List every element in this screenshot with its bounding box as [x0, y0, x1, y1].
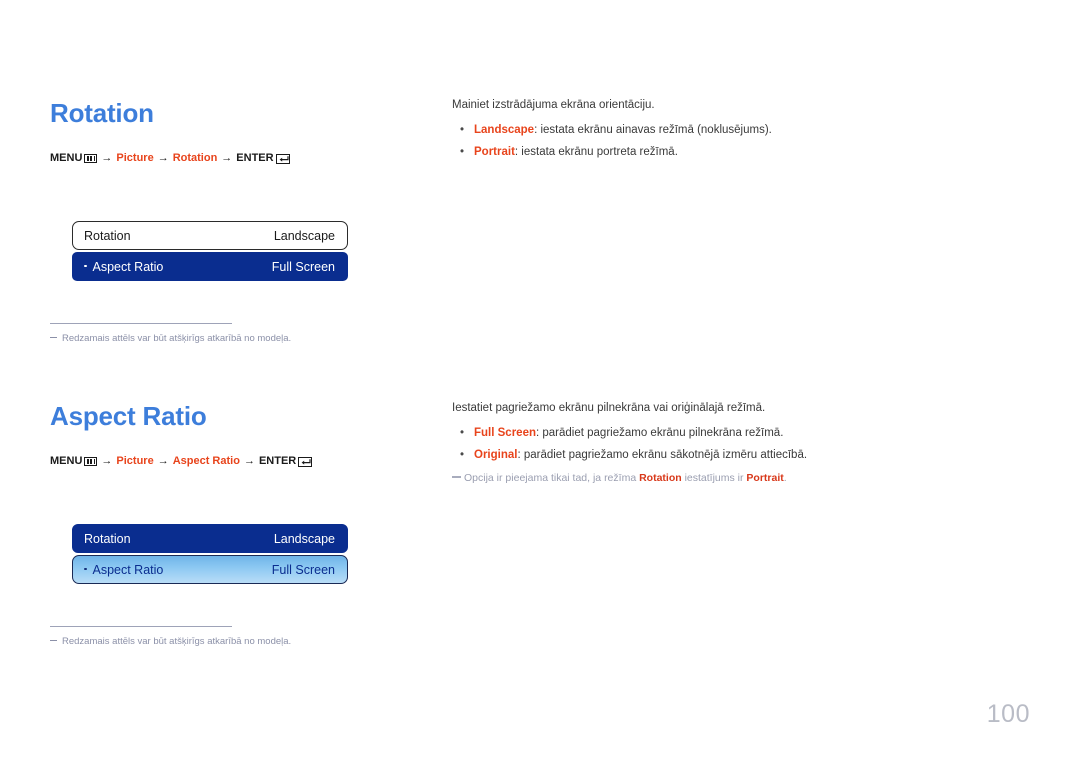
breadcrumb-step-picture: Picture	[116, 152, 154, 164]
list-item-text: Portrait: iestata ekrānu portreta režīmā…	[474, 145, 872, 161]
bullet-dot-icon: •	[460, 123, 465, 136]
note-text: Opcija ir pieejama tikai tad, ja režīma …	[464, 471, 787, 485]
footnote-divider	[50, 626, 232, 627]
breadcrumb-step-rotation: Rotation	[172, 152, 218, 164]
term-full-screen: Full Screen	[474, 426, 536, 439]
list-item-text: Full Screen: parādiet pagriežamo ekrānu …	[474, 426, 872, 442]
osd-menu-aspect-ratio: Rotation Landscape Aspect Ratio Full Scr…	[72, 524, 348, 584]
breadcrumb-menu-label: MENU	[50, 152, 83, 164]
footnote: Redzamais attēls var būt atšķirīgs atkar…	[50, 333, 430, 345]
osd-row-value: Full Screen	[271, 259, 335, 274]
list-item-description: : parādiet pagriežamo ekrānu pilnekrāna …	[536, 426, 784, 439]
footnote-text: Redzamais attēls var būt atšķirīgs atkar…	[62, 636, 292, 647]
footnote-dash-icon	[50, 640, 57, 641]
note-term-portrait: Portrait	[746, 471, 784, 484]
breadcrumb-arrow-1: →	[101, 455, 113, 467]
note-suffix: .	[783, 471, 787, 484]
bullet-dot-icon: •	[460, 146, 465, 159]
list-item-text: Original: parādiet pagriežamo ekrānu sāk…	[474, 448, 872, 464]
breadcrumb-rotation: MENU → Picture → Rotation → ENTER	[50, 153, 430, 164]
osd-row-value: Full Screen	[271, 562, 335, 577]
breadcrumb-arrow-2: →	[157, 455, 169, 467]
breadcrumb-arrow-1: →	[101, 152, 113, 164]
footnote-divider	[50, 323, 232, 324]
footnote: Redzamais attēls var būt atšķirīgs atkar…	[50, 636, 430, 648]
bullet-dot-icon: •	[460, 449, 465, 462]
osd-row-value: Landscape	[273, 228, 335, 243]
enter-return-icon	[298, 456, 313, 467]
footnote-dash-icon	[50, 337, 57, 338]
note-term-rotation: Rotation	[639, 471, 682, 484]
sub-item-dot-icon	[84, 567, 87, 571]
menu-bars-icon	[84, 457, 98, 466]
breadcrumb-step-aspect-ratio: Aspect Ratio	[172, 455, 240, 467]
osd-row-rotation[interactable]: Rotation Landscape	[72, 221, 348, 250]
breadcrumb-enter-label: ENTER	[236, 152, 274, 164]
footnote-rotation: Redzamais attēls var būt atšķirīgs atkar…	[50, 323, 430, 345]
list-item: • Full Screen: parādiet pagriežamo ekrān…	[452, 426, 872, 442]
section-rotation-left: Rotation	[50, 100, 430, 126]
breadcrumb-arrow-2: →	[157, 152, 169, 164]
note-prefix: Opcija ir pieejama tikai tad, ja režīma	[464, 471, 640, 484]
list-item: • Original: parādiet pagriežamo ekrānu s…	[452, 448, 872, 464]
breadcrumb: MENU → Picture → Aspect Ratio → ENTER	[50, 456, 430, 467]
list-item-description: : parādiet pagriežamo ekrānu sākotnējā i…	[517, 449, 808, 462]
breadcrumb-arrow-3: →	[221, 152, 233, 164]
osd-row-aspect-ratio-selected[interactable]: Aspect Ratio Full Screen	[72, 555, 348, 584]
page-number: 100	[986, 700, 1030, 728]
breadcrumb-aspect-ratio: MENU → Picture → Aspect Ratio → ENTER	[50, 456, 430, 467]
breadcrumb-step-picture: Picture	[116, 455, 154, 467]
osd-row-rotation[interactable]: Rotation Landscape	[72, 524, 348, 553]
section-aspect-ratio-right: Iestatiet pagriežamo ekrānu pilnekrāna v…	[452, 401, 872, 485]
enter-return-icon	[275, 153, 290, 164]
breadcrumb-enter-label: ENTER	[258, 455, 297, 467]
list-item-description: : iestata ekrānu portreta režīmā.	[514, 146, 678, 159]
osd-menu-rotation: Rotation Landscape Aspect Ratio Full Scr…	[72, 221, 348, 281]
osd-row-label: Rotation	[84, 228, 131, 243]
osd-row-label: Aspect Ratio	[92, 259, 164, 274]
intro-text: Iestatiet pagriežamo ekrānu pilnekrāna v…	[452, 402, 766, 414]
term-portrait: Portrait	[474, 146, 515, 159]
page-title-aspect-ratio: Aspect Ratio	[50, 401, 207, 431]
osd-row-label-wrap: Aspect Ratio	[84, 260, 163, 274]
list-item-description: : iestata ekrānu ainavas režīmā (noklusē…	[534, 123, 772, 136]
bullet-dot-icon: •	[460, 426, 465, 439]
osd-row-label-wrap: Aspect Ratio	[84, 563, 163, 577]
note-middle: iestatījums ir	[681, 471, 747, 484]
footnote-aspect-ratio: Redzamais attēls var būt atšķirīgs atkar…	[50, 626, 430, 648]
osd-row-label: Rotation	[84, 531, 131, 546]
document-page: Rotation MENU → Picture → Rotation → ENT…	[0, 0, 1080, 763]
breadcrumb-menu-label: MENU	[50, 455, 83, 467]
breadcrumb-arrow-3: →	[243, 455, 255, 467]
breadcrumb: MENU → Picture → Rotation → ENTER	[50, 153, 430, 164]
note-dash-icon	[452, 476, 461, 478]
osd-row-value: Landscape	[273, 531, 335, 546]
term-original: Original	[474, 449, 518, 462]
intro-text: Mainiet izstrādājuma ekrāna orientāciju.	[452, 99, 655, 111]
list-item-text: Landscape: iestata ekrānu ainavas režīmā…	[474, 123, 872, 139]
osd-row-label: Aspect Ratio	[92, 562, 164, 577]
term-landscape: Landscape	[474, 123, 535, 136]
page-title-rotation: Rotation	[50, 98, 154, 128]
menu-bars-icon	[84, 154, 98, 163]
list-item: • Landscape: iestata ekrānu ainavas režī…	[452, 123, 872, 139]
availability-note: Opcija ir pieejama tikai tad, ja režīma …	[452, 471, 872, 485]
osd-row-aspect-ratio[interactable]: Aspect Ratio Full Screen	[72, 252, 348, 281]
list-item: • Portrait: iestata ekrānu portreta režī…	[452, 145, 872, 161]
footnote-text: Redzamais attēls var būt atšķirīgs atkar…	[62, 333, 292, 344]
sub-item-dot-icon	[84, 264, 87, 268]
section-rotation-right: Mainiet izstrādājuma ekrāna orientāciju.…	[452, 98, 872, 168]
section-aspect-ratio-left: Aspect Ratio	[50, 403, 430, 429]
